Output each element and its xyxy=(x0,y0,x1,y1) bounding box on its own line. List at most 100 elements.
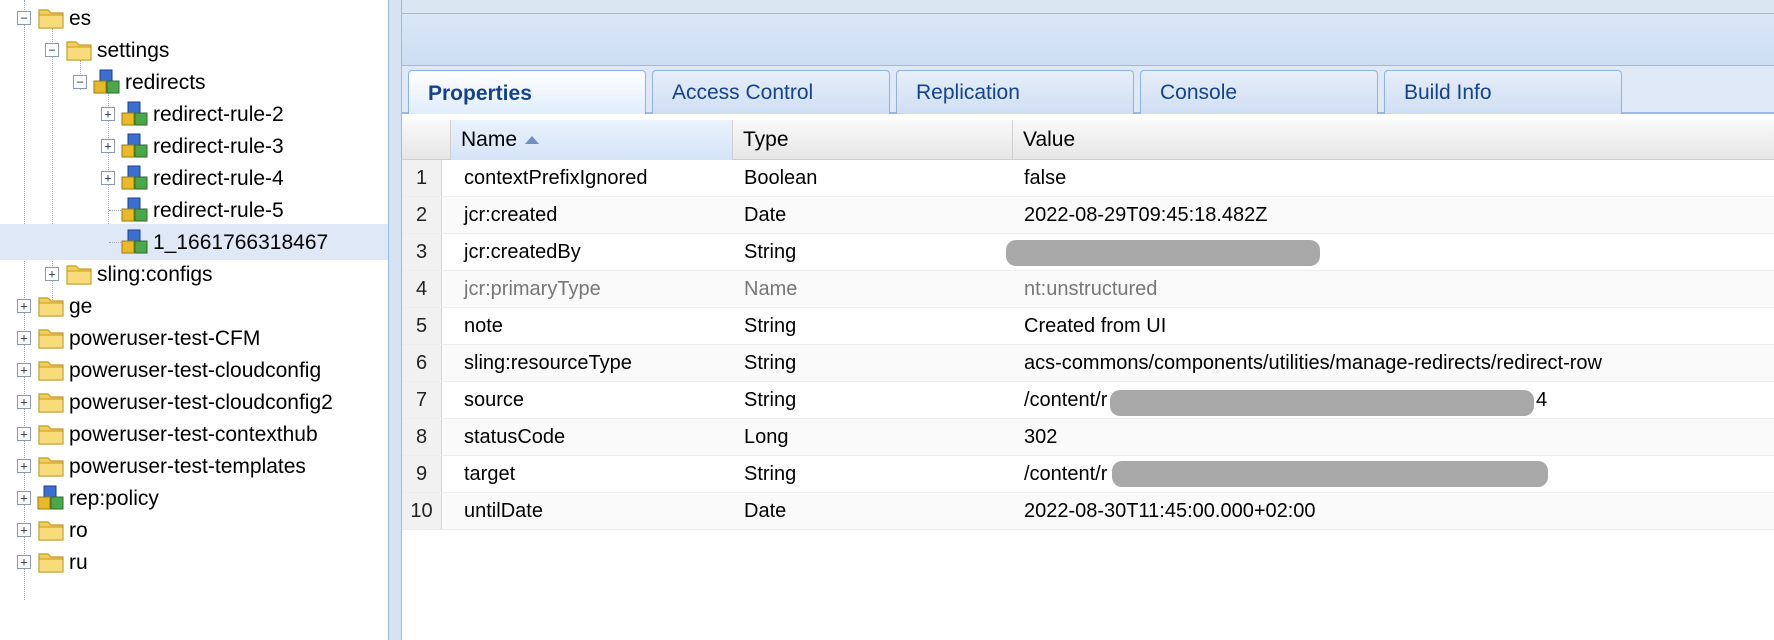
tree-node-ro[interactable]: + ro xyxy=(0,512,388,548)
tree-node-redirect-rule-3[interactable]: + redirect-rule-3 xyxy=(0,128,388,164)
table-row[interactable]: 3 jcr:createdBy String xyxy=(402,234,1774,271)
folder-icon xyxy=(37,517,65,543)
collapse-icon[interactable]: − xyxy=(45,43,59,57)
expand-icon[interactable]: + xyxy=(17,395,31,409)
tree-node-redirects[interactable]: − redirects xyxy=(0,64,388,100)
tab-build-info[interactable]: Build Info xyxy=(1384,70,1622,114)
tree-node-poweruser-test-cloudconfig2[interactable]: + poweruser-test-cloudconfig2 xyxy=(0,384,388,420)
grid-header: Name Type Value xyxy=(402,120,1774,160)
tree-node-label: redirect-rule-3 xyxy=(153,135,284,158)
tab-replication[interactable]: Replication xyxy=(896,70,1134,114)
tree-node-label: poweruser-test-contexthub xyxy=(69,423,318,446)
node-cubes-icon xyxy=(121,165,149,191)
node-cubes-icon xyxy=(121,133,149,159)
tree-node-redirect-rule-2[interactable]: + redirect-rule-2 xyxy=(0,96,388,132)
row-number: 5 xyxy=(402,308,442,344)
node-cubes-icon xyxy=(121,229,149,255)
node-cubes-icon xyxy=(121,101,149,127)
tree-node-poweruser-test-templates[interactable]: + poweruser-test-templates xyxy=(0,448,388,484)
expand-icon[interactable]: + xyxy=(17,299,31,313)
row-number: 1 xyxy=(402,160,442,196)
tree-node-poweruser-test-cfm[interactable]: + poweruser-test-CFM xyxy=(0,320,388,356)
tree-node-label: ge xyxy=(69,295,93,318)
tree-node-selected[interactable]: 1_1661766318467 xyxy=(0,224,388,260)
tree-node-redirect-rule-4[interactable]: + redirect-rule-4 xyxy=(0,160,388,196)
row-number: 6 xyxy=(402,345,442,381)
property-value: 302 xyxy=(1024,425,1058,448)
row-number: 9 xyxy=(402,456,442,492)
expand-icon[interactable]: + xyxy=(101,171,115,185)
table-row[interactable]: 4 jcr:primaryType Name nt:unstructured xyxy=(402,271,1774,308)
expand-icon[interactable]: + xyxy=(17,363,31,377)
tree-node-rep-policy[interactable]: + rep:policy xyxy=(0,480,388,516)
tab-label: Replication xyxy=(916,80,1020,104)
node-cubes-icon xyxy=(37,485,65,511)
property-name: jcr:createdBy xyxy=(464,240,581,263)
column-header-value[interactable]: Value xyxy=(1013,120,1774,160)
property-value-tail: 4 xyxy=(1536,388,1548,411)
property-type: Date xyxy=(744,499,787,522)
tab-console[interactable]: Console xyxy=(1140,70,1378,114)
tree-node-label: 1_1661766318467 xyxy=(153,231,329,254)
folder-icon xyxy=(37,421,65,447)
table-row[interactable]: 5 note String Created from UI xyxy=(402,308,1774,345)
tree-node-label: poweruser-test-CFM xyxy=(69,327,261,350)
folder-icon xyxy=(37,549,65,575)
sort-ascending-icon xyxy=(525,136,540,144)
tree-node-ge[interactable]: + ge xyxy=(0,288,388,324)
table-row[interactable]: 10 untilDate Date 2022-08-30T11:45:00.00… xyxy=(402,493,1774,530)
tree-node-label: redirect-rule-4 xyxy=(153,167,284,190)
expand-icon[interactable]: + xyxy=(17,427,31,441)
redaction-mark xyxy=(1112,461,1548,487)
table-row[interactable]: 1 contextPrefixIgnored Boolean false xyxy=(402,160,1774,197)
column-header-name[interactable]: Name xyxy=(451,120,733,160)
table-row[interactable]: 6 sling:resourceType String acs-commons/… xyxy=(402,345,1774,382)
expand-icon[interactable]: + xyxy=(17,491,31,505)
tree-node-label: redirect-rule-5 xyxy=(153,199,284,222)
collapse-icon[interactable]: − xyxy=(73,75,87,89)
tab-label: Properties xyxy=(428,81,532,105)
expand-icon[interactable]: + xyxy=(101,139,115,153)
property-name: untilDate xyxy=(464,499,543,522)
tree-node-label: poweruser-test-cloudconfig2 xyxy=(69,391,333,414)
column-header-type[interactable]: Type xyxy=(733,120,1013,160)
redaction-mark xyxy=(1006,240,1320,266)
column-header-label: Name xyxy=(461,128,518,151)
tree-node-es[interactable]: − es xyxy=(0,0,388,36)
expand-icon[interactable]: + xyxy=(45,267,59,281)
folder-icon xyxy=(65,37,93,63)
expand-icon[interactable]: + xyxy=(17,523,31,537)
tree-node-poweruser-test-contexthub[interactable]: + poweruser-test-contexthub xyxy=(0,416,388,452)
property-value: false xyxy=(1024,166,1067,189)
table-row[interactable]: 8 statusCode Long 302 xyxy=(402,419,1774,456)
expand-icon[interactable]: + xyxy=(17,555,31,569)
collapse-icon[interactable]: − xyxy=(17,11,31,25)
property-name: jcr:primaryType xyxy=(464,277,601,300)
tree-node-ru[interactable]: + ru xyxy=(0,544,388,580)
row-number: 8 xyxy=(402,419,442,455)
property-type: String xyxy=(744,351,797,374)
expand-icon[interactable]: + xyxy=(17,459,31,473)
tree-node-poweruser-test-cloudconfig[interactable]: + poweruser-test-cloudconfig xyxy=(0,352,388,388)
property-value: Created from UI xyxy=(1024,314,1167,337)
expand-icon[interactable]: + xyxy=(101,107,115,121)
tree-node-settings[interactable]: − settings xyxy=(0,32,388,68)
tree-node-label: poweruser-test-templates xyxy=(69,455,306,478)
tab-properties[interactable]: Properties xyxy=(408,70,646,116)
table-row[interactable]: 9 target String /content/r xyxy=(402,456,1774,493)
tree-node-label: poweruser-test-cloudconfig xyxy=(69,359,322,382)
tree-node-sling-configs[interactable]: + sling:configs xyxy=(0,256,388,292)
table-row[interactable]: 7 source String /content/r 4 xyxy=(402,382,1774,419)
panel-splitter[interactable] xyxy=(388,0,402,640)
tree-node-redirect-rule-5[interactable]: redirect-rule-5 xyxy=(0,192,388,228)
table-row[interactable]: 2 jcr:created Date 2022-08-29T09:45:18.4… xyxy=(402,197,1774,234)
tab-label: Console xyxy=(1160,80,1238,104)
expand-icon[interactable]: + xyxy=(17,331,31,345)
node-cubes-icon xyxy=(121,197,149,223)
row-number: 3 xyxy=(402,234,442,270)
property-name: contextPrefixIgnored xyxy=(464,166,648,189)
property-value: acs-commons/components/utilities/manage-… xyxy=(1024,351,1602,374)
tab-access-control[interactable]: Access Control xyxy=(652,70,890,114)
properties-grid: Name Type Value 1 contextPrefixIgnored B… xyxy=(402,114,1774,640)
node-cubes-icon xyxy=(93,69,121,95)
